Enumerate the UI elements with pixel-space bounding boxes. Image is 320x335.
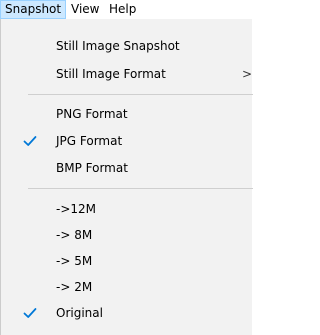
menu-item-label: -> 8M bbox=[56, 228, 93, 242]
menu-item-label: Still Image Format bbox=[56, 67, 166, 81]
menu-view[interactable]: View bbox=[67, 0, 103, 19]
menu-item-original[interactable]: Original bbox=[1, 300, 253, 326]
menu-item-jpg-format[interactable]: JPG Format bbox=[1, 128, 253, 154]
menu-separator bbox=[28, 94, 253, 95]
snapshot-dropdown-menu: Still Image Snapshot Still Image Format … bbox=[0, 19, 253, 335]
menu-item-2m[interactable]: -> 2M bbox=[1, 274, 253, 300]
menu-item-still-image-snapshot[interactable]: Still Image Snapshot bbox=[1, 33, 253, 59]
check-icon bbox=[23, 308, 37, 318]
menu-item-12m[interactable]: ->12M bbox=[1, 196, 253, 222]
menu-separator bbox=[28, 188, 253, 189]
menu-bar: Snapshot View Help bbox=[0, 0, 252, 19]
menu-item-5m[interactable]: -> 5M bbox=[1, 248, 253, 274]
menu-item-label: PNG Format bbox=[56, 107, 128, 121]
chevron-right-icon: > bbox=[242, 67, 253, 81]
menu-item-label: Still Image Snapshot bbox=[56, 39, 180, 53]
menu-item-bmp-format[interactable]: BMP Format bbox=[1, 155, 253, 181]
menu-item-label: JPG Format bbox=[56, 134, 123, 148]
menu-item-label: BMP Format bbox=[56, 161, 128, 175]
menu-item-label: ->12M bbox=[56, 202, 97, 216]
menu-item-label: -> 2M bbox=[56, 280, 93, 294]
menu-item-label: Original bbox=[56, 306, 103, 320]
menu-item-label: -> 5M bbox=[56, 254, 93, 268]
menu-item-png-format[interactable]: PNG Format bbox=[1, 101, 253, 127]
menu-item-8m[interactable]: -> 8M bbox=[1, 222, 253, 248]
menu-item-still-image-format[interactable]: Still Image Format > bbox=[1, 61, 253, 87]
check-icon bbox=[23, 136, 37, 146]
menu-help[interactable]: Help bbox=[105, 0, 140, 19]
menu-snapshot[interactable]: Snapshot bbox=[0, 0, 67, 19]
